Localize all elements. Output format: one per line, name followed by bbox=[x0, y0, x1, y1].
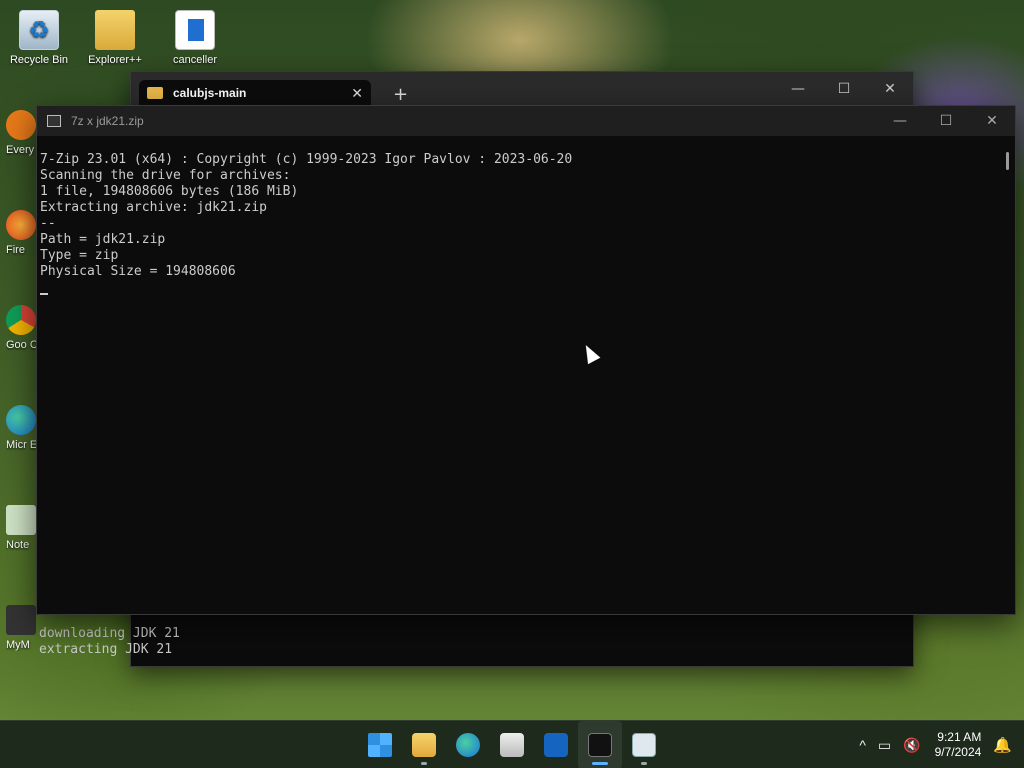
edge-icon bbox=[456, 733, 480, 757]
desktop-icon-label: Every bbox=[6, 144, 35, 156]
desktop-icon-everything[interactable]: Every bbox=[6, 110, 40, 156]
minimize-button[interactable]: — bbox=[877, 106, 923, 136]
window-title: 7z x jdk21.zip bbox=[71, 114, 144, 128]
taskbar-store[interactable] bbox=[490, 721, 534, 768]
chrome-icon bbox=[6, 305, 36, 335]
console-line: Path = jdk21.zip bbox=[40, 232, 166, 247]
console-line: Extracting archive: jdk21.zip bbox=[40, 200, 267, 215]
taskbar-notepad[interactable] bbox=[622, 721, 666, 768]
console-line: -- bbox=[40, 216, 56, 231]
desktop-icon-explorer[interactable]: Explorer++ bbox=[80, 10, 150, 66]
document-icon bbox=[175, 10, 215, 50]
taskbar-outlook[interactable] bbox=[534, 721, 578, 768]
terminal-line: extracting JDK 21 bbox=[39, 642, 173, 657]
edge-icon bbox=[6, 405, 36, 435]
console-app-icon bbox=[47, 115, 61, 127]
console-output[interactable]: 7-Zip 23.01 (x64) : Copyright (c) 1999-2… bbox=[40, 152, 995, 614]
firefox-icon bbox=[6, 210, 36, 240]
close-tab-icon[interactable]: ✕ bbox=[351, 85, 363, 102]
desktop-icon-recycle-bin[interactable]: Recycle Bin bbox=[4, 10, 74, 66]
desktop-icon-label: Fire bbox=[6, 244, 25, 256]
maximize-button[interactable]: ☐ bbox=[821, 72, 867, 106]
desktop-icon-label: Goo Chr bbox=[6, 339, 40, 351]
console-line: Scanning the drive for archives: bbox=[40, 168, 291, 183]
console-line: Physical Size = 194808606 bbox=[40, 264, 236, 279]
desktop-icon-notepad[interactable]: Note bbox=[6, 505, 40, 551]
outlook-icon bbox=[544, 733, 568, 757]
tab-title: calubjs-main bbox=[173, 86, 247, 100]
minimize-button[interactable]: — bbox=[775, 72, 821, 106]
network-icon[interactable]: ▭ bbox=[872, 737, 897, 754]
notepad-icon bbox=[632, 733, 656, 757]
folder-icon bbox=[95, 10, 135, 50]
desktop-icon-label: Recycle Bin bbox=[9, 54, 69, 66]
clock-date: 9/7/2024 bbox=[934, 745, 982, 759]
desktop-icon-label: Note bbox=[6, 539, 30, 551]
taskbar: ^ ▭ 🔇 9:21 AM 9/7/2024 🔔 bbox=[0, 720, 1024, 768]
taskbar-terminal[interactable] bbox=[578, 721, 622, 768]
app-icon bbox=[6, 605, 36, 635]
notification-bell-icon[interactable]: 🔔 bbox=[989, 736, 1024, 754]
terminal-titlebar[interactable]: calubjs-main ✕ + — ☐ ✕ bbox=[131, 72, 913, 106]
console-titlebar[interactable]: 7z x jdk21.zip — ☐ ✕ bbox=[37, 106, 1015, 136]
clock[interactable]: 9:21 AM 9/7/2024 bbox=[927, 730, 990, 760]
windows-start-icon bbox=[368, 733, 392, 757]
maximize-button[interactable]: ☐ bbox=[923, 106, 969, 136]
desktop-icon-label: canceller bbox=[172, 54, 218, 66]
show-hidden-icons-button[interactable]: ^ bbox=[853, 737, 872, 753]
text-cursor bbox=[40, 293, 48, 295]
desktop-icon-firefox[interactable]: Fire bbox=[6, 210, 40, 256]
desktop-icon-label: Explorer++ bbox=[88, 54, 142, 66]
notepad-icon bbox=[6, 505, 36, 535]
scrollbar-thumb[interactable] bbox=[1006, 152, 1009, 170]
tab-calubjs-main[interactable]: calubjs-main ✕ bbox=[139, 80, 371, 106]
taskbar-file-explorer[interactable] bbox=[402, 721, 446, 768]
console-window[interactable]: 7z x jdk21.zip — ☐ ✕ 7-Zip 23.01 (x64) :… bbox=[36, 105, 1016, 615]
desktop-icon-mym[interactable]: MyM bbox=[6, 605, 40, 651]
desktop-icon-label: MyM bbox=[6, 639, 30, 651]
desktop-icon-chrome[interactable]: Goo Chr bbox=[6, 305, 40, 351]
terminal-line: downloading JDK 21 bbox=[39, 626, 180, 641]
console-line: 7-Zip 23.01 (x64) : Copyright (c) 1999-2… bbox=[40, 152, 573, 167]
taskbar-start-button[interactable] bbox=[358, 721, 402, 768]
system-tray: ^ ▭ 🔇 9:21 AM 9/7/2024 🔔 bbox=[853, 721, 1024, 768]
close-button[interactable]: ✕ bbox=[969, 106, 1015, 136]
desktop-icon-edge[interactable]: Micr Ed bbox=[6, 405, 40, 451]
desktop-icon-label: Micr Ed bbox=[6, 439, 40, 451]
terminal-output: downloading JDK 21 extracting JDK 21 bbox=[39, 626, 913, 658]
desktop-icon-canceller[interactable]: canceller bbox=[160, 10, 230, 66]
new-tab-button[interactable]: + bbox=[393, 84, 408, 105]
store-icon bbox=[500, 733, 524, 757]
terminal-icon bbox=[588, 733, 612, 757]
search-app-icon bbox=[6, 110, 36, 140]
close-button[interactable]: ✕ bbox=[867, 72, 913, 106]
folder-icon bbox=[147, 87, 163, 99]
taskbar-edge[interactable] bbox=[446, 721, 490, 768]
recycle-bin-icon bbox=[19, 10, 59, 50]
console-line: Type = zip bbox=[40, 248, 119, 263]
volume-muted-icon[interactable]: 🔇 bbox=[897, 737, 926, 754]
folder-icon bbox=[412, 733, 436, 757]
console-line: 1 file, 194808606 bytes (186 MiB) bbox=[40, 184, 299, 199]
clock-time: 9:21 AM bbox=[937, 730, 982, 744]
